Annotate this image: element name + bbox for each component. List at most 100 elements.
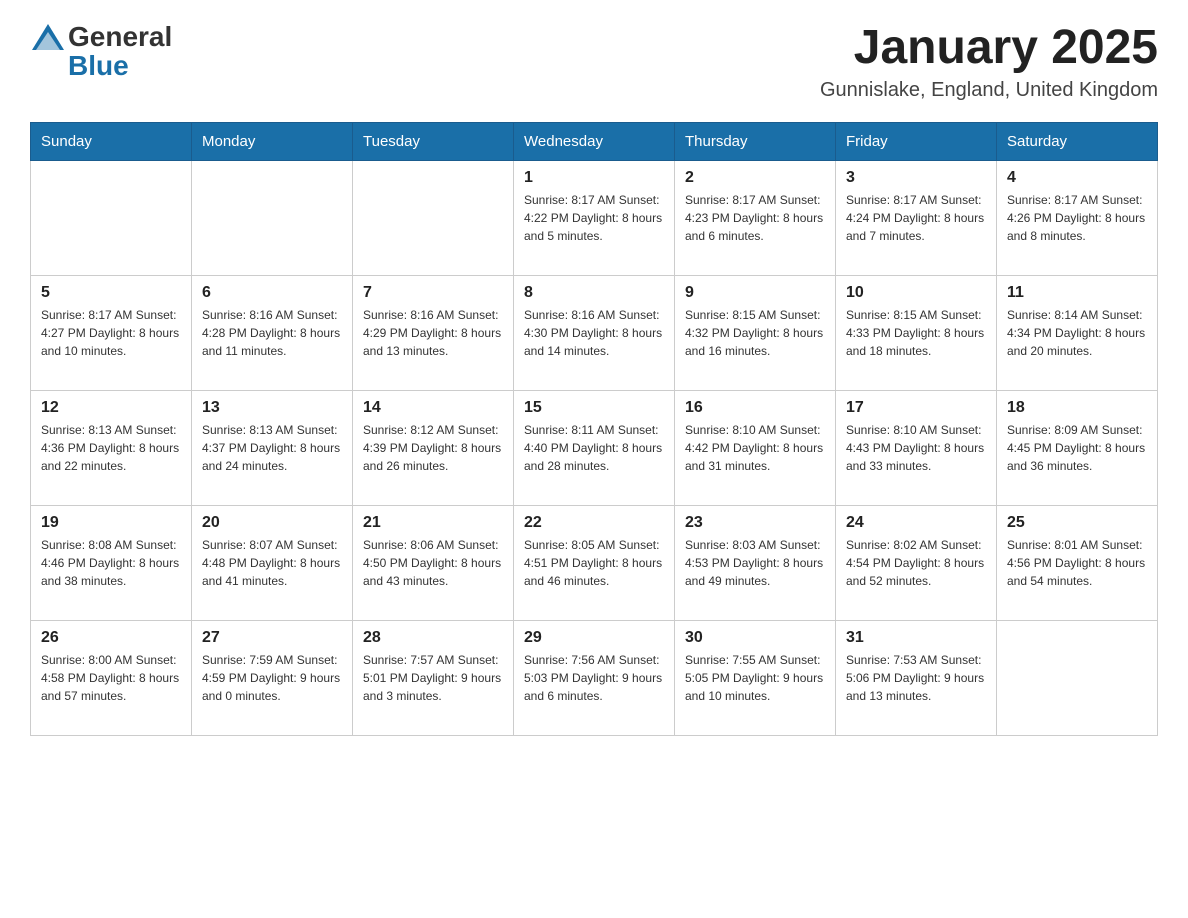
calendar-cell: 15 Sunrise: 8:11 AM Sunset: 4:40 PM Dayli…	[514, 391, 675, 506]
calendar-cell: 11 Sunrise: 8:14 AM Sunset: 4:34 PM Dayli…	[997, 276, 1158, 391]
day-info: Sunrise: 8:15 AM Sunset: 4:32 PM Dayligh…	[685, 306, 825, 360]
day-number: 8	[524, 284, 664, 302]
calendar-cell: 27 Sunrise: 7:59 AM Sunset: 4:59 PM Dayli…	[192, 621, 353, 736]
day-number: 29	[524, 629, 664, 647]
day-number: 11	[1007, 284, 1147, 302]
day-number: 15	[524, 399, 664, 417]
day-info: Sunrise: 8:00 AM Sunset: 4:58 PM Dayligh…	[41, 651, 181, 705]
day-info: Sunrise: 7:57 AM Sunset: 5:01 PM Dayligh…	[363, 651, 503, 705]
day-number: 17	[846, 399, 986, 417]
calendar-cell	[353, 161, 514, 276]
calendar-cell: 28 Sunrise: 7:57 AM Sunset: 5:01 PM Dayli…	[353, 621, 514, 736]
header-saturday: Saturday	[997, 123, 1158, 161]
day-number: 18	[1007, 399, 1147, 417]
day-info: Sunrise: 8:07 AM Sunset: 4:48 PM Dayligh…	[202, 536, 342, 590]
day-info: Sunrise: 8:01 AM Sunset: 4:56 PM Dayligh…	[1007, 536, 1147, 590]
day-number: 19	[41, 514, 181, 532]
day-number: 22	[524, 514, 664, 532]
day-info: Sunrise: 8:16 AM Sunset: 4:28 PM Dayligh…	[202, 306, 342, 360]
calendar-cell: 5Sunrise: 8:17 AM Sunset: 4:27 PM Daylig…	[31, 276, 192, 391]
header-monday: Monday	[192, 123, 353, 161]
day-info: Sunrise: 8:16 AM Sunset: 4:30 PM Dayligh…	[524, 306, 664, 360]
calendar-cell: 24Sunrise: 8:02 AM Sunset: 4:54 PM Dayli…	[836, 506, 997, 621]
calendar-cell: 8 Sunrise: 8:16 AM Sunset: 4:30 PM Daylig…	[514, 276, 675, 391]
day-info: Sunrise: 7:55 AM Sunset: 5:05 PM Dayligh…	[685, 651, 825, 705]
calendar-cell	[192, 161, 353, 276]
day-number: 3	[846, 169, 986, 187]
day-info: Sunrise: 8:05 AM Sunset: 4:51 PM Dayligh…	[524, 536, 664, 590]
day-info: Sunrise: 8:11 AM Sunset: 4:40 PM Dayligh…	[524, 421, 664, 475]
calendar-cell: 20 Sunrise: 8:07 AM Sunset: 4:48 PM Dayli…	[192, 506, 353, 621]
logo-text-blue-row: Blue	[68, 50, 129, 82]
calendar-cell: 22 Sunrise: 8:05 AM Sunset: 4:51 PM Dayli…	[514, 506, 675, 621]
day-number: 2	[685, 169, 825, 187]
calendar-subtitle: Gunnislake, England, United Kingdom	[820, 79, 1158, 102]
calendar-cell: 16 Sunrise: 8:10 AM Sunset: 4:42 PM Dayli…	[675, 391, 836, 506]
page-header: General Blue January 2025 Gunnislake, En…	[30, 20, 1158, 102]
day-number: 6	[202, 284, 342, 302]
day-info: Sunrise: 8:15 AM Sunset: 4:33 PM Dayligh…	[846, 306, 986, 360]
calendar-cell: 7Sunrise: 8:16 AM Sunset: 4:29 PM Daylig…	[353, 276, 514, 391]
calendar-cell	[31, 161, 192, 276]
calendar-cell: 23 Sunrise: 8:03 AM Sunset: 4:53 PM Dayli…	[675, 506, 836, 621]
calendar-cell: 1Sunrise: 8:17 AM Sunset: 4:22 PM Daylig…	[514, 161, 675, 276]
calendar-cell: 2 Sunrise: 8:17 AM Sunset: 4:23 PM Daylig…	[675, 161, 836, 276]
day-info: Sunrise: 8:10 AM Sunset: 4:43 PM Dayligh…	[846, 421, 986, 475]
day-info: Sunrise: 8:17 AM Sunset: 4:24 PM Dayligh…	[846, 191, 986, 245]
header-tuesday: Tuesday	[353, 123, 514, 161]
day-info: Sunrise: 8:13 AM Sunset: 4:37 PM Dayligh…	[202, 421, 342, 475]
day-number: 21	[363, 514, 503, 532]
day-info: Sunrise: 8:13 AM Sunset: 4:36 PM Dayligh…	[41, 421, 181, 475]
day-number: 13	[202, 399, 342, 417]
calendar-cell: 13 Sunrise: 8:13 AM Sunset: 4:37 PM Dayli…	[192, 391, 353, 506]
logo: General Blue	[30, 20, 172, 82]
day-info: Sunrise: 8:08 AM Sunset: 4:46 PM Dayligh…	[41, 536, 181, 590]
week-row-5: 26 Sunrise: 8:00 AM Sunset: 4:58 PM Dayli…	[31, 621, 1158, 736]
calendar-cell: 9 Sunrise: 8:15 AM Sunset: 4:32 PM Daylig…	[675, 276, 836, 391]
day-info: Sunrise: 7:53 AM Sunset: 5:06 PM Dayligh…	[846, 651, 986, 705]
day-info: Sunrise: 8:10 AM Sunset: 4:42 PM Dayligh…	[685, 421, 825, 475]
calendar-cell: 4Sunrise: 8:17 AM Sunset: 4:26 PM Daylig…	[997, 161, 1158, 276]
calendar-cell: 25Sunrise: 8:01 AM Sunset: 4:56 PM Dayli…	[997, 506, 1158, 621]
day-number: 5	[41, 284, 181, 302]
day-number: 20	[202, 514, 342, 532]
day-info: Sunrise: 8:14 AM Sunset: 4:34 PM Dayligh…	[1007, 306, 1147, 360]
day-number: 28	[363, 629, 503, 647]
calendar-cell: 10Sunrise: 8:15 AM Sunset: 4:33 PM Dayli…	[836, 276, 997, 391]
day-info: Sunrise: 7:59 AM Sunset: 4:59 PM Dayligh…	[202, 651, 342, 705]
day-info: Sunrise: 8:17 AM Sunset: 4:26 PM Dayligh…	[1007, 191, 1147, 245]
header-friday: Friday	[836, 123, 997, 161]
day-number: 12	[41, 399, 181, 417]
day-number: 14	[363, 399, 503, 417]
day-number: 23	[685, 514, 825, 532]
weekday-header-row: Sunday Monday Tuesday Wednesday Thursday…	[31, 123, 1158, 161]
day-info: Sunrise: 8:17 AM Sunset: 4:23 PM Dayligh…	[685, 191, 825, 245]
day-info: Sunrise: 8:06 AM Sunset: 4:50 PM Dayligh…	[363, 536, 503, 590]
day-number: 7	[363, 284, 503, 302]
calendar-table: Sunday Monday Tuesday Wednesday Thursday…	[30, 122, 1158, 736]
calendar-cell: 19 Sunrise: 8:08 AM Sunset: 4:46 PM Dayli…	[31, 506, 192, 621]
logo-text-blue: Blue	[68, 50, 129, 81]
day-info: Sunrise: 8:09 AM Sunset: 4:45 PM Dayligh…	[1007, 421, 1147, 475]
week-row-1: 1Sunrise: 8:17 AM Sunset: 4:22 PM Daylig…	[31, 161, 1158, 276]
day-number: 27	[202, 629, 342, 647]
calendar-title: January 2025	[820, 20, 1158, 75]
calendar-cell: 29 Sunrise: 7:56 AM Sunset: 5:03 PM Dayli…	[514, 621, 675, 736]
calendar-cell: 21 Sunrise: 8:06 AM Sunset: 4:50 PM Dayli…	[353, 506, 514, 621]
calendar-cell: 6 Sunrise: 8:16 AM Sunset: 4:28 PM Daylig…	[192, 276, 353, 391]
logo-general-row: General	[30, 20, 172, 54]
day-number: 9	[685, 284, 825, 302]
day-info: Sunrise: 8:02 AM Sunset: 4:54 PM Dayligh…	[846, 536, 986, 590]
week-row-2: 5Sunrise: 8:17 AM Sunset: 4:27 PM Daylig…	[31, 276, 1158, 391]
day-number: 16	[685, 399, 825, 417]
day-info: Sunrise: 7:56 AM Sunset: 5:03 PM Dayligh…	[524, 651, 664, 705]
calendar-cell: 30Sunrise: 7:55 AM Sunset: 5:05 PM Dayli…	[675, 621, 836, 736]
day-info: Sunrise: 8:03 AM Sunset: 4:53 PM Dayligh…	[685, 536, 825, 590]
calendar-cell: 3 Sunrise: 8:17 AM Sunset: 4:24 PM Daylig…	[836, 161, 997, 276]
title-area: January 2025 Gunnislake, England, United…	[820, 20, 1158, 102]
day-number: 26	[41, 629, 181, 647]
calendar-cell: 17 Sunrise: 8:10 AM Sunset: 4:43 PM Dayli…	[836, 391, 997, 506]
calendar-cell: 26 Sunrise: 8:00 AM Sunset: 4:58 PM Dayli…	[31, 621, 192, 736]
logo-text-general: General	[68, 21, 172, 53]
week-row-4: 19 Sunrise: 8:08 AM Sunset: 4:46 PM Dayli…	[31, 506, 1158, 621]
